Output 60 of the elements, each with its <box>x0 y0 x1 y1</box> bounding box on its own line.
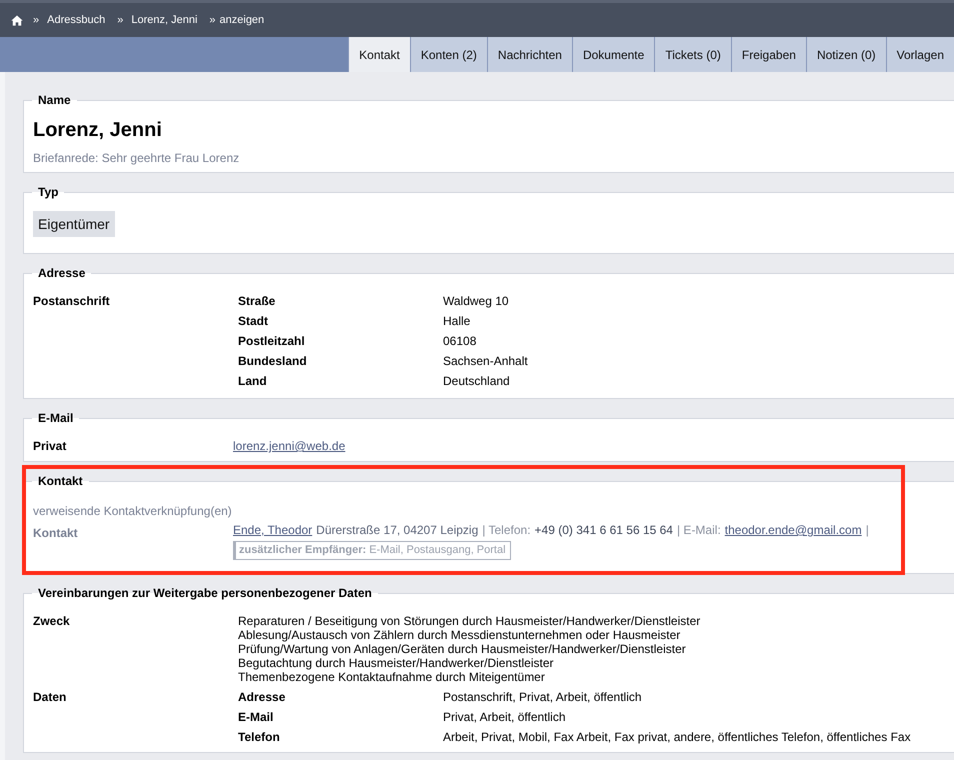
home-icon[interactable] <box>11 14 23 26</box>
tab[interactable]: Vorlagen <box>886 37 954 72</box>
tab[interactable]: Freigaben <box>730 37 806 72</box>
section-title: Name <box>37 93 72 107</box>
field-label: Land <box>238 373 268 390</box>
field-label: Stadt <box>238 313 269 330</box>
purpose-text: Ablesung/Austausch von Zählern durch Messdienstunternehmen oder Hausmeister <box>238 628 682 642</box>
field-label: Privat <box>33 438 68 455</box>
referral-note: verweisende Kontaktverknüpfung(en) <box>33 503 233 519</box>
breadcrumb-link[interactable]: Lorenz, Jenni <box>131 14 198 26</box>
field-label: Straße <box>238 293 276 310</box>
type-tag: Eigentümer <box>33 211 115 237</box>
recipient-tag: zusätzlicher Empfänger: E-Mail, Postausgang, Portal <box>233 541 511 560</box>
section-title: E-Mail <box>37 411 74 425</box>
section-title: Kontakt <box>37 474 84 488</box>
email-link[interactable]: lorenz.jenni@web.de <box>233 439 346 453</box>
breadcrumb-separator: » <box>209 14 216 26</box>
tab[interactable]: Konten (2) <box>410 37 487 72</box>
field-label: Postanschrift <box>33 293 111 310</box>
field-label: Kontakt <box>33 525 79 542</box>
breadcrumb-separator: » <box>33 14 40 26</box>
field-label: Telefon <box>238 729 281 746</box>
separator-text: | <box>866 522 869 538</box>
field-label: Daten <box>33 689 68 706</box>
field-value: Arbeit, Privat, Mobil, Fax Arbeit, Fax privat, andere, öffentliches Telefon, öffentliches Fax <box>443 729 912 746</box>
field-label: E-Mail <box>238 709 274 726</box>
purpose-text: Begutachtung durch Hausmeister/Handwerker/Dienstleister <box>238 656 554 670</box>
email-label: | E-Mail: <box>676 522 721 538</box>
field-value: Waldweg 10 <box>443 293 510 310</box>
breadcrumb-current: anzeigen <box>220 14 264 26</box>
section-title: Adresse <box>37 266 86 280</box>
field-value: Privat, Arbeit, öffentlich <box>443 709 567 726</box>
tab[interactable]: Notizen (0) <box>806 37 886 72</box>
tab[interactable]: Dokumente <box>572 37 654 72</box>
field-value: Postanschrift, Privat, Arbeit, öffentlich <box>443 689 643 706</box>
purpose-text: Prüfung/Wartung von Anlagen/Geräten durch Hausmeister/Handwerker/Dienstleister <box>238 642 687 656</box>
field-label: Adresse <box>238 689 286 706</box>
field-value: Deutschland <box>443 373 511 390</box>
section-title: Vereinbarungen zur Weitergabe personenbezogener Daten <box>37 586 373 600</box>
phone-label: | Telefon: <box>482 522 531 538</box>
field-value: 06108 <box>443 333 478 350</box>
email-link[interactable]: theodor.ende@gmail.com <box>724 522 862 538</box>
person-name: Lorenz, Jenni <box>33 118 163 142</box>
salutation-text: Briefanrede: Sehr geehrte Frau Lorenz <box>33 150 240 166</box>
field-label: Bundesland <box>238 353 308 370</box>
breadcrumb-link[interactable]: Adressbuch <box>47 14 106 26</box>
field-value: Sachsen-Anhalt <box>443 353 529 370</box>
field-label: Zweck <box>33 614 71 630</box>
breadcrumb-separator: » <box>117 14 124 26</box>
contact-link[interactable]: Ende, Theodor <box>233 522 312 538</box>
purpose-text: Reparaturen / Beseitigung von Störungen durch Hausmeister/Handwerker/Dienstleister <box>238 614 702 628</box>
field-value: Halle <box>443 313 472 330</box>
purpose-text: Themenbezogene Kontaktaufnahme durch Miteigentümer <box>238 670 546 684</box>
section-title: Typ <box>37 185 60 199</box>
phone-number: +49 (0) 341 6 61 56 15 64 <box>534 522 673 538</box>
contact-address: Dürerstraße 17, 04207 Leipzig <box>316 522 478 538</box>
tab[interactable]: Nachrichten <box>486 37 572 72</box>
field-label: Postleitzahl <box>238 333 306 350</box>
tab[interactable]: Kontakt <box>348 37 410 72</box>
tab[interactable]: Tickets (0) <box>654 37 731 72</box>
